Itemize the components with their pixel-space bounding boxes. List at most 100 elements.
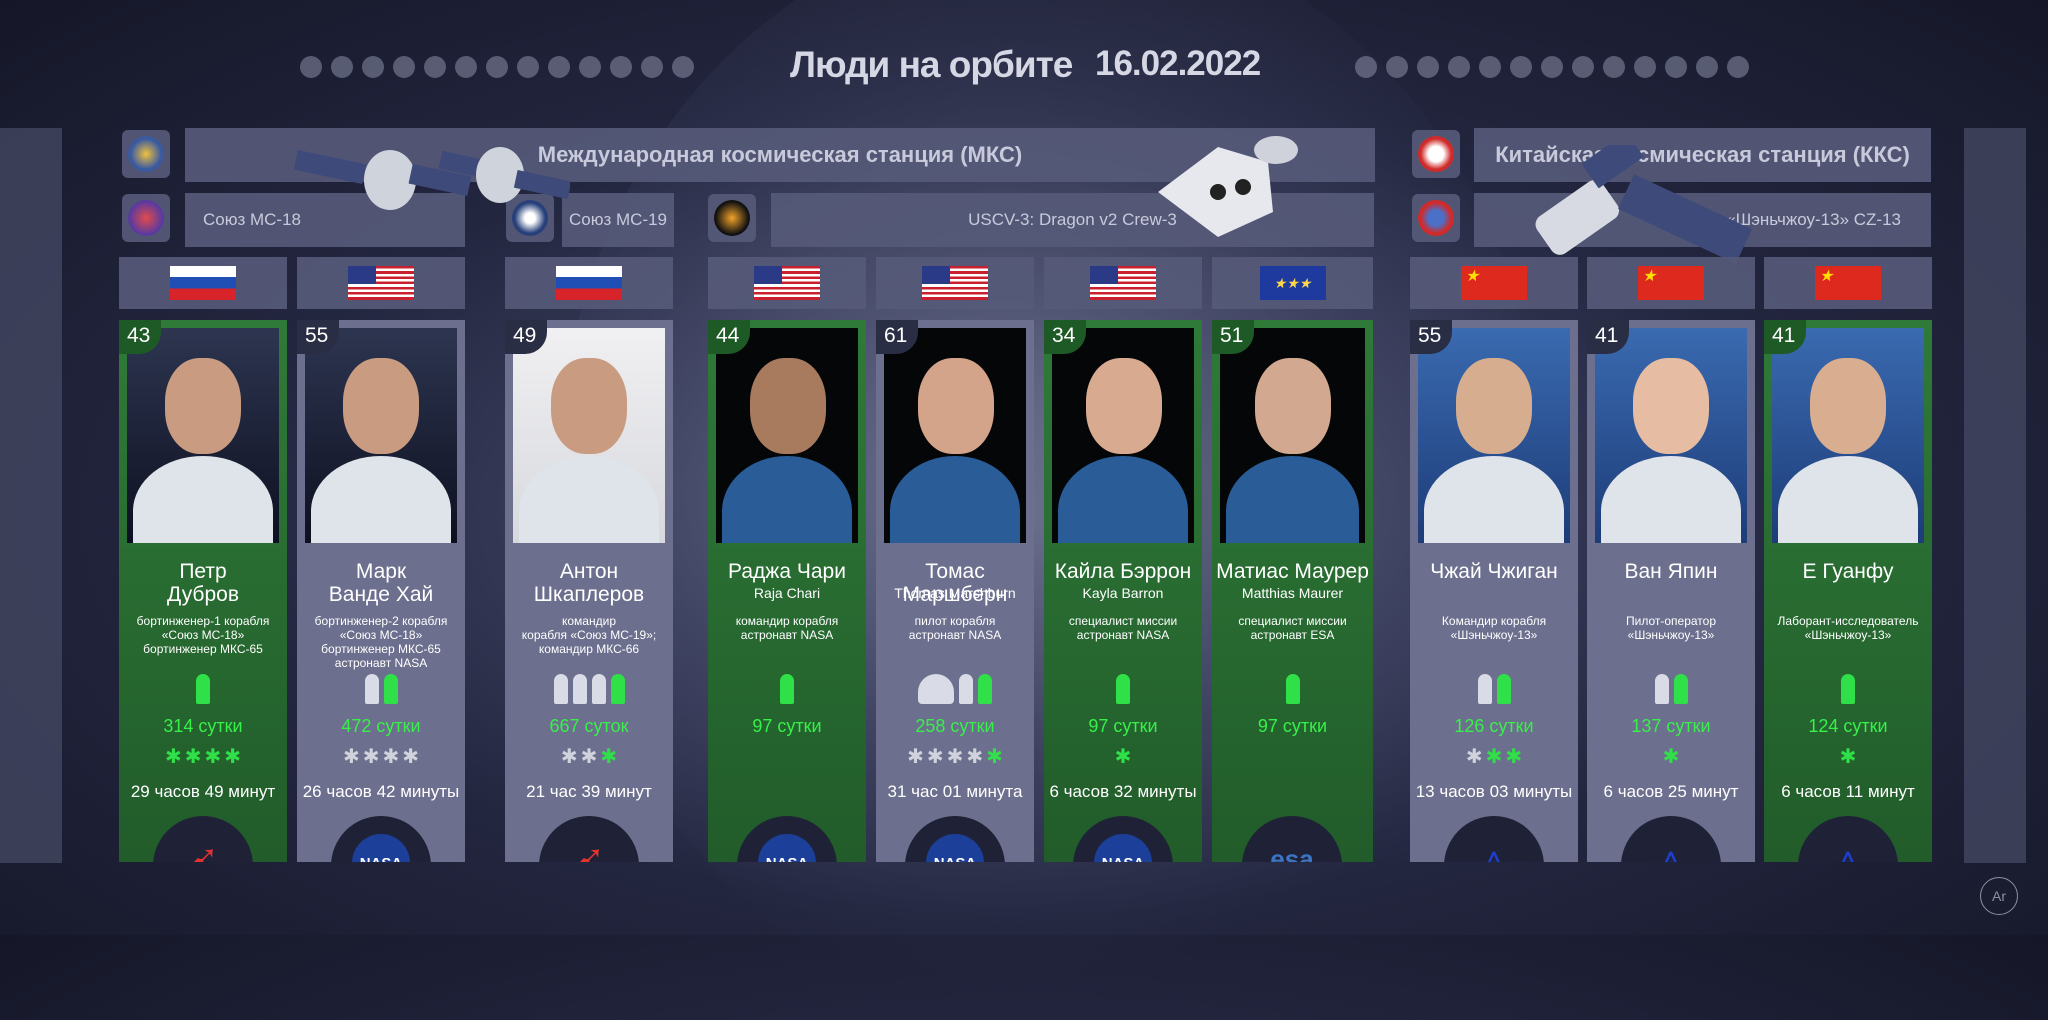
flag-cell-10: ★ bbox=[1764, 257, 1932, 309]
spacecraft-icon bbox=[553, 674, 568, 704]
china-flag-icon: ★ bbox=[1815, 266, 1881, 300]
spacewalk-icon: ✱ bbox=[402, 746, 420, 768]
crew-name-latin: Raja Chari bbox=[753, 585, 821, 601]
crew-card-chari[interactable]: 44 Раджа Чари Raja Chari командир корабл… bbox=[708, 320, 866, 862]
crew-role-line1: Командир корабля bbox=[1441, 614, 1547, 628]
spacewalk-icon: ✱ bbox=[580, 746, 598, 768]
spacewalk-icon: ✱ bbox=[1839, 746, 1857, 768]
nasa-logo: NASA bbox=[737, 816, 837, 862]
spacewalk-icon: ✱ bbox=[382, 746, 400, 768]
spacewalks-row: ✱ ✱ ✱ ✱ bbox=[297, 745, 465, 769]
eva-time: 29 часов 49 минут bbox=[130, 782, 276, 801]
spacewalk-icon: ✱ bbox=[1485, 746, 1503, 768]
crew-role-line1: командир корабля bbox=[735, 614, 839, 628]
days-in-space: 97 сутки bbox=[752, 716, 822, 736]
crew-role-line2: «Союз МС-18» bbox=[339, 628, 423, 642]
days-in-space: 667 суток bbox=[549, 716, 629, 736]
spacecraft-icon bbox=[1477, 674, 1492, 704]
days-in-space: 97 сутки bbox=[1257, 716, 1328, 736]
russia-flag-icon bbox=[170, 266, 236, 300]
spacewalk-icon: ✱ bbox=[1505, 746, 1523, 768]
crew3-patch-icon bbox=[708, 194, 756, 242]
crew-card-maurer[interactable]: 51 Матиас Маурер Matthias Maurer специал… bbox=[1212, 320, 1373, 862]
flights-row bbox=[1212, 674, 1373, 704]
eva-time: 6 часов 25 минут bbox=[1603, 782, 1739, 801]
spacewalk-icon: ✱ bbox=[1662, 746, 1680, 768]
crew-role-line2: «Шэньчжоу-13» bbox=[1627, 628, 1715, 642]
flag-cell-7: ★★★ bbox=[1212, 257, 1373, 309]
crew-role-line3: бортинженер МКС-65 bbox=[321, 642, 441, 656]
crew-card-vande-hei[interactable]: 55 Марк Ванде Хай бортинженер-2 корабля … bbox=[297, 320, 465, 862]
eva-time: 31 час 01 минута bbox=[887, 782, 1023, 801]
flag-cell-9: ★ bbox=[1587, 257, 1755, 309]
crew-name: Матиас Маурер bbox=[1216, 560, 1369, 583]
flag-cell-8: ★ bbox=[1410, 257, 1578, 309]
side-column-right bbox=[1964, 128, 2026, 863]
soyuz-spacecraft-illustration bbox=[293, 147, 570, 210]
crew-role-line2: астронавт NASA bbox=[1076, 628, 1170, 642]
dragon-spacecraft-illustration bbox=[1158, 136, 1298, 237]
cmsa-logo: ⩓ bbox=[1798, 816, 1898, 862]
spacewalk-icon: ✱ bbox=[342, 746, 360, 768]
shenzhou-spacecraft-illustration bbox=[1535, 145, 1752, 264]
nasa-logo: NASA bbox=[331, 816, 431, 862]
portrait-photo bbox=[1772, 328, 1924, 543]
flag-cell-5 bbox=[876, 257, 1034, 309]
crew-card-barron[interactable]: 34 Кайла Бэррон Kayla Barron специалист … bbox=[1044, 320, 1202, 862]
eu-flag-icon: ★★★ bbox=[1259, 266, 1326, 300]
crew-role-line2: астронавт NASA bbox=[908, 628, 1002, 642]
flag-cell-2 bbox=[297, 257, 465, 309]
eva-time: 26 часов 42 минуты bbox=[302, 782, 460, 801]
crew-card-marshburn[interactable]: 61 Томас Маршберн Thomas Marshburn пилот… bbox=[876, 320, 1034, 862]
crew-card-ye-guangfu[interactable]: 41 Е Гуанфу Лаборант-исследователь «Шэнь… bbox=[1764, 320, 1932, 862]
crew-role-line4: астронавт NASA bbox=[334, 656, 428, 670]
spacewalk-icon: ✱ bbox=[986, 746, 1003, 768]
crew-name-latin: Kayla Barron bbox=[1082, 585, 1164, 601]
spacecraft-icon bbox=[196, 674, 210, 704]
spacecraft-icon bbox=[591, 674, 606, 704]
crew-role-line2: «Шэньчжоу-13» bbox=[1804, 628, 1892, 642]
spacecraft-icon bbox=[978, 674, 992, 704]
flights-row bbox=[1410, 674, 1578, 704]
nasa-logo: NASA bbox=[1073, 816, 1173, 862]
spacewalks-row: ✱ bbox=[1764, 745, 1932, 769]
decor-dots-right bbox=[1355, 56, 1749, 78]
spacewalks-row: ✱ bbox=[1587, 745, 1755, 769]
nasa-logo: NASA bbox=[905, 816, 1005, 862]
crew-name-last: Дубров bbox=[167, 583, 239, 606]
usa-flag-icon bbox=[1090, 266, 1156, 300]
eva-time: 6 часов 32 минуты bbox=[1049, 782, 1197, 801]
flag-cell-4 bbox=[708, 257, 866, 309]
crew-name-first: Петр bbox=[179, 560, 227, 583]
crew-card-zhai-zhigang[interactable]: 55 Чжай Чжиган Командир корабля «Шэньчжо… bbox=[1410, 320, 1578, 862]
crew-card-wang-yaping[interactable]: 41 Ван Япин Пилот-оператор «Шэньчжоу-13»… bbox=[1587, 320, 1755, 862]
side-column-left bbox=[0, 128, 62, 863]
crew-name: Кайла Бэррон bbox=[1054, 560, 1192, 583]
spacewalk-icon: ✱ bbox=[926, 746, 944, 768]
soyuz-ms18-patch-icon bbox=[122, 194, 170, 242]
spacewalks-row: ✱ ✱ ✱ ✱ bbox=[119, 745, 287, 769]
space-shuttle-icon bbox=[918, 674, 954, 704]
spacewalk-icon: ✱ bbox=[600, 746, 618, 768]
crew-role-line2: астронавт NASA bbox=[740, 628, 834, 642]
portrait-photo bbox=[127, 328, 279, 543]
flights-row bbox=[876, 674, 1034, 704]
flights-row bbox=[505, 674, 673, 704]
cmsa-logo: ⩓ bbox=[1621, 816, 1721, 862]
crew-role-line1: Пилот-оператор bbox=[1625, 614, 1716, 628]
crew-name: Чжай Чжиган bbox=[1430, 560, 1558, 583]
spacewalk-icon: ✱ bbox=[907, 746, 924, 768]
crew-card-shkaplerov[interactable]: 49 Антон Шкаплеров командир корабля «Сою… bbox=[505, 320, 673, 862]
eva-time: 21 час 39 минут bbox=[526, 782, 652, 801]
spacecraft-icon bbox=[1673, 674, 1688, 704]
crew-role-line2: астронавт ESA bbox=[1250, 628, 1335, 642]
flag-cell-3 bbox=[505, 257, 673, 309]
crew-card-dubrov[interactable]: 43 Петр Дубров бортинженер-1 корабля «Со… bbox=[119, 320, 287, 862]
iss-patch-icon bbox=[122, 130, 170, 178]
crew-role-line1: специалист миссии bbox=[1238, 614, 1347, 628]
spacecraft-icon bbox=[1285, 674, 1300, 704]
crew-name-first: Антон bbox=[559, 560, 619, 583]
crew-name: Раджа Чари bbox=[728, 560, 846, 583]
spacewalk-icon: ✱ bbox=[362, 746, 380, 768]
esa-logo: esa bbox=[1242, 816, 1342, 862]
